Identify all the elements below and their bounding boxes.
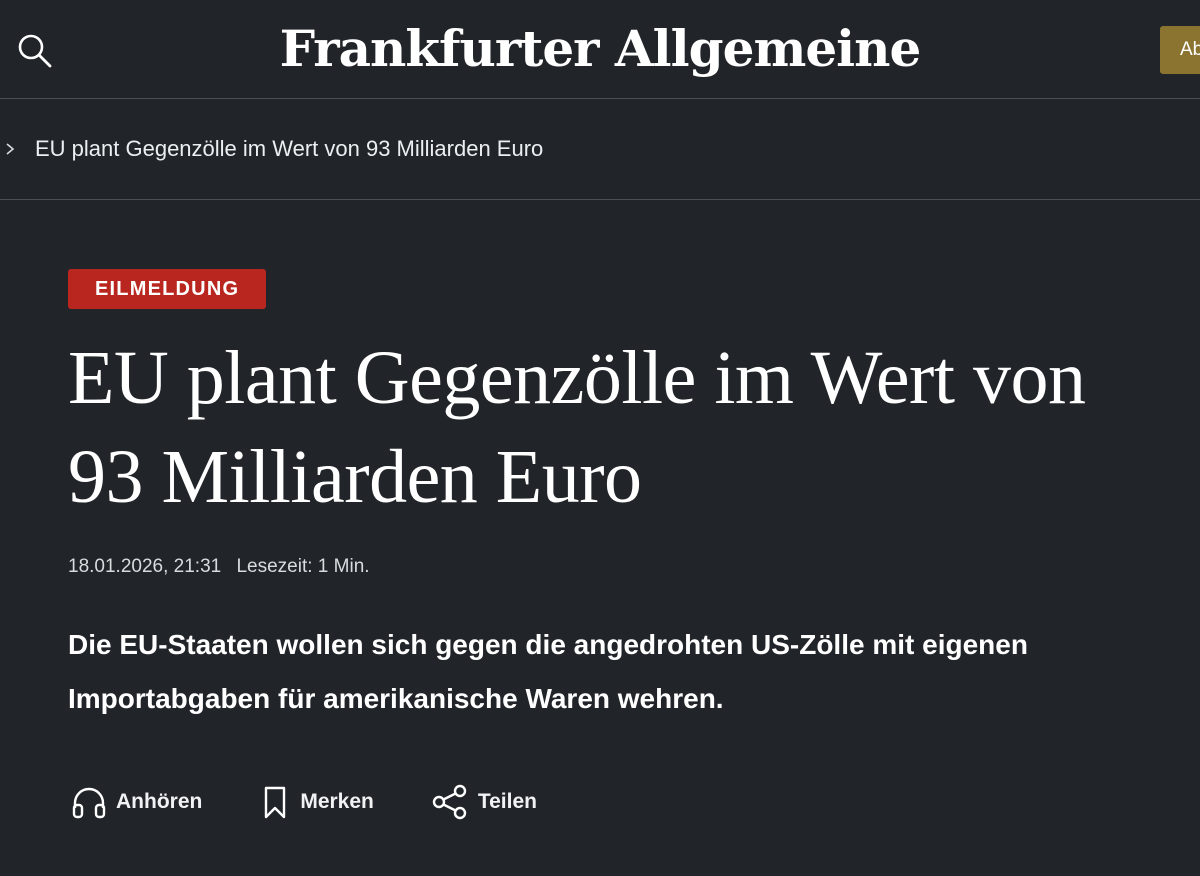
article-headline: EU plant Gegenzölle im Wert von 93 Milli… <box>68 336 1086 519</box>
bookmark-icon <box>265 786 286 819</box>
listen-label: Anhören <box>116 790 203 813</box>
headphones-icon <box>72 787 106 819</box>
share-icon <box>432 784 467 820</box>
breaking-news-badge: EILMELDUNG <box>68 269 267 309</box>
article-teaser: Die EU-Staaten wollen sich gegen die ang… <box>68 629 1028 714</box>
site-header: Frankfurter Allgemeine Ab <box>0 0 1200 99</box>
article-meta: 18.01.2026, 21:31 Lesezeit: 1 Min. <box>68 552 370 582</box>
breadcrumb: EU plant Gegenzölle im Wert von 93 Milli… <box>0 99 1200 200</box>
save-button[interactable]: Merken <box>258 784 374 820</box>
breadcrumb-link[interactable]: EU plant Gegenzölle im Wert von 93 Milli… <box>35 133 543 165</box>
chevron-right-icon <box>6 143 15 155</box>
share-label: Teilen <box>477 790 537 813</box>
share-button[interactable]: Teilen <box>430 783 537 821</box>
site-logo[interactable]: Frankfurter Allgemeine <box>0 14 1200 84</box>
article-actions: Anhören Merken Teilen <box>70 780 593 824</box>
reading-time: Lesezeit: 1 Min. <box>236 556 370 577</box>
subscribe-button[interactable]: Ab <box>1160 26 1200 74</box>
save-label: Merken <box>300 790 374 813</box>
listen-button[interactable]: Anhören <box>70 784 202 820</box>
publish-date: 18.01.2026, 21:31 <box>68 556 222 577</box>
